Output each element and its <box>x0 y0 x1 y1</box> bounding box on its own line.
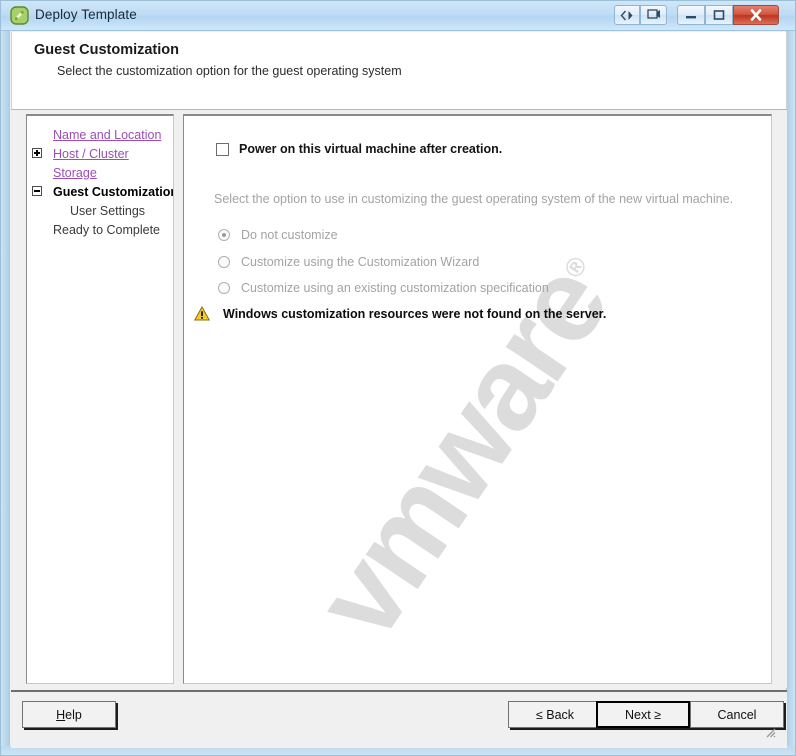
sidebar-item-label: Storage <box>53 165 97 180</box>
registered-mark-icon: ® <box>557 250 594 284</box>
collapse-minus-icon[interactable] <box>32 186 42 196</box>
deploy-template-window: Deploy Template Guest Customization Sele… <box>0 0 796 756</box>
minimize-icon[interactable] <box>677 5 705 25</box>
cancel-button[interactable]: Cancel <box>690 701 784 728</box>
sidebar-item-host-cluster[interactable]: Host / Cluster <box>27 144 173 163</box>
radio-customize-wizard[interactable] <box>218 256 230 268</box>
window-frame-right <box>786 1 795 755</box>
deploy-template-icon <box>10 6 29 25</box>
warning-message: Windows customization resources were not… <box>193 305 607 321</box>
sidebar-item-label: Ready to Complete <box>53 222 161 237</box>
screen-icon[interactable] <box>640 5 667 25</box>
option-label: Customize using the Customization Wizard <box>241 255 480 269</box>
sidebar-item-guest-customization[interactable]: Guest Customization <box>27 182 173 201</box>
option-existing-specification[interactable]: Customize using an existing customizatio… <box>218 281 549 295</box>
wizard-step-tree: Name and Location Host / Cluster Storage… <box>26 114 174 684</box>
sidebar-item-label: Host / Cluster <box>53 146 129 161</box>
navigate-icon[interactable] <box>614 5 640 25</box>
wizard-body: Name and Location Host / Cluster Storage… <box>11 110 787 688</box>
help-button[interactable]: Help <box>22 701 116 728</box>
radio-existing-specification[interactable] <box>218 282 230 294</box>
title-bar: Deploy Template <box>1 1 795 31</box>
option-label: Do not customize <box>241 228 338 242</box>
content-pane: vmware® Power on this virtual machine af… <box>183 114 772 684</box>
vmware-watermark: vmware® <box>289 205 659 662</box>
window-frame-left <box>1 1 10 755</box>
sidebar-item-user-settings[interactable]: User Settings <box>27 201 173 220</box>
maximize-icon[interactable] <box>705 5 733 25</box>
close-icon[interactable] <box>733 5 779 25</box>
option-label: Customize using an existing customizatio… <box>241 281 549 295</box>
page-header: Guest Customization Select the customiza… <box>11 32 787 109</box>
warning-triangle-icon <box>193 305 211 321</box>
sidebar-item-label: User Settings <box>70 203 146 218</box>
page-subtitle: Select the customization option for the … <box>57 64 402 78</box>
customization-description: Select the option to use in customizing … <box>214 192 734 206</box>
sidebar-item-name-and-location[interactable]: Name and Location <box>27 125 173 144</box>
back-button[interactable]: ≤ Back <box>508 701 602 728</box>
expand-plus-icon[interactable] <box>32 148 42 158</box>
power-on-label: Power on this virtual machine after crea… <box>239 142 503 156</box>
page-title: Guest Customization <box>34 42 180 58</box>
resize-grip-icon[interactable] <box>764 725 776 738</box>
radio-do-not-customize[interactable] <box>218 229 230 241</box>
option-do-not-customize[interactable]: Do not customize <box>218 228 338 242</box>
window-title: Deploy Template <box>35 7 137 22</box>
sidebar-item-storage[interactable]: Storage <box>27 163 173 182</box>
button-bar: Help ≤ Back Next ≥ Cancel <box>11 692 787 748</box>
sidebar-item-label: Guest Customization <box>53 184 174 199</box>
help-button-label: Help <box>56 707 82 722</box>
next-button[interactable]: Next ≥ <box>596 701 690 728</box>
power-on-checkbox[interactable] <box>216 142 229 156</box>
option-customize-wizard[interactable]: Customize using the Customization Wizard <box>218 255 479 269</box>
power-on-checkbox-row[interactable]: Power on this virtual machine after crea… <box>216 142 502 156</box>
warning-text: Windows customization resources were not… <box>223 306 607 321</box>
sidebar-item-ready-to-complete[interactable]: Ready to Complete <box>27 220 173 239</box>
sidebar-item-label: Name and Location <box>53 127 162 142</box>
